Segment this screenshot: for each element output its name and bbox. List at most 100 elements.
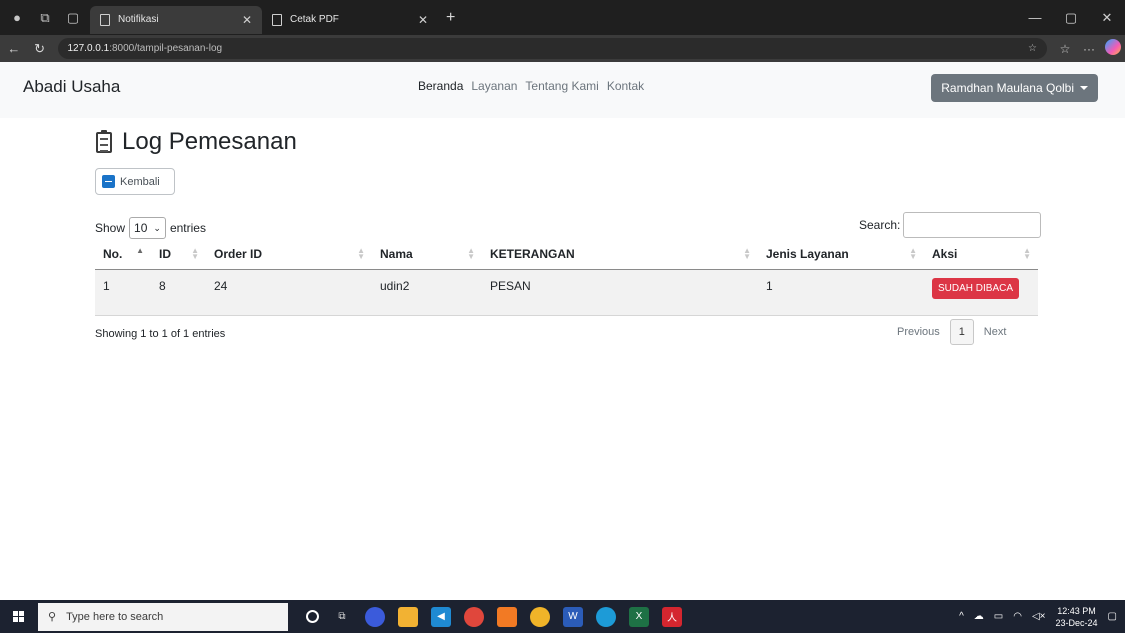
wifi-icon[interactable]: ◠ [1013,611,1022,622]
table-search: Search: [859,212,1042,238]
col-nama[interactable]: Nama ▲ ▼ [372,239,482,270]
chrome-alt-icon[interactable] [530,606,550,627]
word-icon[interactable]: W [563,606,583,627]
next-button[interactable]: Next [984,326,1007,338]
col-order-id[interactable]: Order ID ▲ ▼ [206,239,372,270]
windows-logo-icon [12,611,24,622]
nav-link-beranda[interactable]: Beranda [418,79,463,93]
cell-nama: udin2 [372,269,482,316]
page-title: Log Pemesanan [122,128,297,155]
pdf-reader-icon[interactable]: 人 [662,606,682,627]
nav-link-layanan[interactable]: Layanan [471,79,517,93]
page-icon [272,13,282,26]
header-label: Jenis Layanan [766,246,849,261]
close-tab-icon[interactable]: ✕ [242,13,252,27]
url-host: 127.0.0.1 [67,43,110,54]
volume-icon[interactable]: ◁× [1032,611,1046,622]
sort-icon: ▲ ▼ [467,246,475,261]
header-label: Aksi [932,246,958,261]
brand[interactable]: Abadi Usaha [23,77,120,97]
cortana-icon[interactable] [306,610,319,623]
minimize-icon[interactable]: — [1017,10,1053,25]
entries-length-control: Show 10 ⌄ entries [95,217,206,239]
user-name: Ramdhan Maulana Qolbi [941,81,1074,95]
web-page: Abadi Usaha Beranda Layanan Tentang Kami… [0,62,1125,600]
pagination: Previous 1 Next [897,319,1006,345]
col-no[interactable]: No. ▲ [95,239,151,270]
edge-icon[interactable] [596,606,616,627]
header-label: Order ID [214,246,263,261]
vscode-icon[interactable]: ◀ [431,606,451,627]
battery-icon[interactable]: ▭ [994,611,1003,622]
task-view-icon[interactable]: ⧉ [332,607,352,627]
favorites-icon[interactable]: ☆ [1053,42,1077,56]
col-keterangan[interactable]: KETERANGAN ▲ ▼ [482,239,758,270]
close-window-icon[interactable]: ✕ [1089,10,1125,26]
app-orange-icon[interactable] [497,606,517,627]
new-tab-icon[interactable]: + [446,9,455,27]
cell-jenis-layanan: 1 [758,269,924,316]
start-button[interactable] [6,600,30,633]
search-label: Search: [859,218,901,232]
tab-title: Notifikasi [118,14,159,25]
chrome-icon[interactable] [464,606,484,627]
sort-icon: ▲ ▼ [191,246,199,261]
cell-keterangan: PESAN [482,269,758,316]
more-icon[interactable]: ··· [1077,42,1101,56]
search-input[interactable] [903,212,1042,238]
page-1-button[interactable]: 1 [949,319,974,345]
app-blue-icon[interactable] [365,606,385,627]
tab-actions-icon[interactable]: ▢ [62,7,84,29]
caret-down-icon [1080,86,1088,90]
entries-label: entries [169,221,206,235]
url-field[interactable]: ⓘ 127.0.0.1 :8000/tampil-pesanan-log ☆ [57,38,1048,316]
system-tray: ^ ☁ ▭ ◠ ◁× 12:43 PM 23-Dec-24 ▢ [959,600,1117,633]
previous-button[interactable]: Previous [897,326,940,338]
url-path: :8000/tampil-pesanan-log [109,43,223,54]
log-table: No. ▲ ID ▲ ▼ Order ID ▲ ▼ Nama ▲ ▼ KETERANGAN ▲ ▼… [95,239,1038,316]
browser-window: ● ⧉ ▢ Notifikasi ✕ Cetak PDF ✕ + — ▢ ✕ ←… [0,0,1125,600]
back-button[interactable]: Kembali [95,168,175,195]
mark-read-button[interactable]: SUDAH DIBACA [932,277,1020,299]
favorite-star-icon[interactable]: ☆ [1028,43,1037,54]
cell-no: 1 [95,269,151,316]
taskbar-search[interactable]: ⚲ Type here to search [38,602,288,631]
close-tab-icon[interactable]: ✕ [418,13,428,27]
col-aksi[interactable]: Aksi ▲ ▼ [924,239,1038,270]
chevron-down-icon: ⌄ [153,222,161,233]
cell-id: 8 [151,269,206,316]
sort-icon: ▲ ▼ [743,246,751,261]
profile-icon[interactable]: ● [6,7,28,29]
entries-value: 10 [134,221,148,235]
entries-select[interactable]: 10 ⌄ [129,217,166,239]
cloud-icon[interactable]: ☁ [974,611,984,622]
nav-link-kontak[interactable]: Kontak [607,79,644,93]
taskbar-search-placeholder: Type here to search [66,610,164,623]
tab-cetak-pdf[interactable]: Cetak PDF ✕ [262,6,438,34]
notifications-icon[interactable]: ▢ [1108,611,1117,622]
file-explorer-icon[interactable] [398,606,418,627]
chevron-up-icon[interactable]: ^ [959,611,964,622]
browser-toolbar: ☆ ··· [1053,39,1125,58]
window-controls: — ▢ ✕ [1017,0,1125,35]
refresh-icon[interactable]: ↻ [28,41,52,57]
maximize-icon[interactable]: ▢ [1053,10,1089,26]
tab-strip: ● ⧉ ▢ Notifikasi ✕ Cetak PDF ✕ + — ▢ ✕ [0,0,1125,35]
table-row: 1 8 24 udin2 PESAN 1 SUDAH DIBACA [95,269,1038,316]
copilot-icon[interactable] [1101,39,1125,58]
back-arrow-icon[interactable]: ← [2,41,26,56]
header-label: ID [159,246,171,261]
user-dropdown-button[interactable]: Ramdhan Maulana Qolbi [931,74,1098,102]
table-info: Showing 1 to 1 of 1 entries [95,328,226,340]
col-id[interactable]: ID ▲ ▼ [151,239,206,270]
workspaces-icon[interactable]: ⧉ [34,7,56,29]
col-jenis-layanan[interactable]: Jenis Layanan ▲ ▼ [758,239,924,270]
excel-icon[interactable]: X [629,606,649,627]
tab-notifikasi[interactable]: Notifikasi ✕ [90,5,262,34]
site-navbar: Abadi Usaha Beranda Layanan Tentang Kami… [0,62,1125,118]
header-label: No. [103,246,123,261]
nav-link-tentang-kami[interactable]: Tentang Kami [525,79,598,93]
search-icon: ⚲ [48,611,57,623]
address-bar: ← ↻ ⓘ 127.0.0.1 :8000/tampil-pesanan-log… [0,35,1125,316]
clock[interactable]: 12:43 PM 23-Dec-24 [1056,605,1098,629]
